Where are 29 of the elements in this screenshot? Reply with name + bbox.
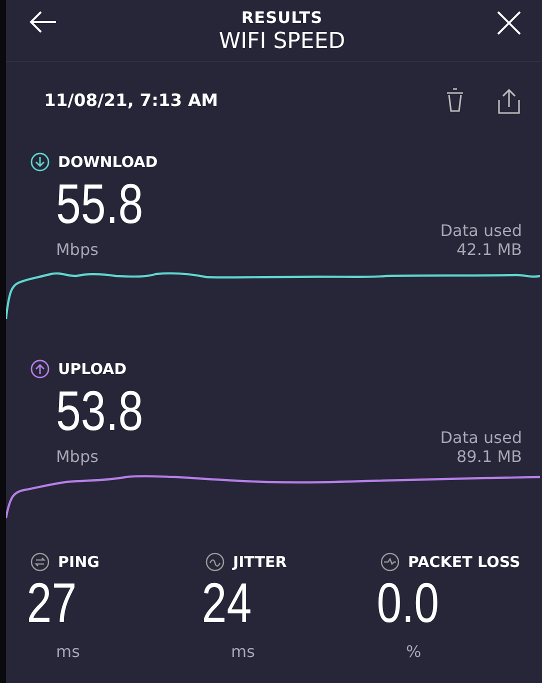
data-used-value: 89.1 MB	[456, 447, 522, 466]
data-used-label: Data used	[440, 221, 522, 240]
screen-title: RESULTS	[241, 8, 323, 27]
stat-label: PING	[58, 553, 100, 571]
speed-unit: Mbps	[56, 240, 100, 259]
result-label: UPLOAD	[58, 360, 127, 378]
data-used-label: Data used	[440, 428, 522, 447]
screen-subtitle: WIFI SPEED	[218, 29, 346, 54]
pulse-icon	[380, 552, 400, 572]
stat-unit: ms	[55, 642, 81, 661]
wave-icon	[205, 552, 225, 572]
stat-label: PACKET LOSS	[408, 553, 520, 571]
share-icon[interactable]	[496, 87, 522, 115]
stat-label: JITTER	[233, 553, 287, 571]
trash-icon[interactable]	[444, 87, 466, 113]
stat-value: 0.0	[376, 572, 440, 634]
speed-value: 55.8	[56, 172, 144, 236]
stat-unit: ms	[230, 642, 256, 661]
result-label: DOWNLOAD	[58, 153, 158, 171]
speed-value: 53.8	[56, 379, 144, 443]
close-icon[interactable]	[496, 10, 522, 36]
ping-icon	[30, 552, 50, 572]
timestamp: 11/08/21, 7:13 AM	[44, 91, 218, 111]
back-icon[interactable]	[28, 10, 58, 34]
stat-unit: %	[405, 642, 422, 661]
data-used-value: 42.1 MB	[456, 240, 522, 259]
stat-value: 24	[200, 572, 253, 634]
speed-unit: Mbps	[56, 447, 100, 466]
stat-value: 27	[26, 572, 78, 634]
